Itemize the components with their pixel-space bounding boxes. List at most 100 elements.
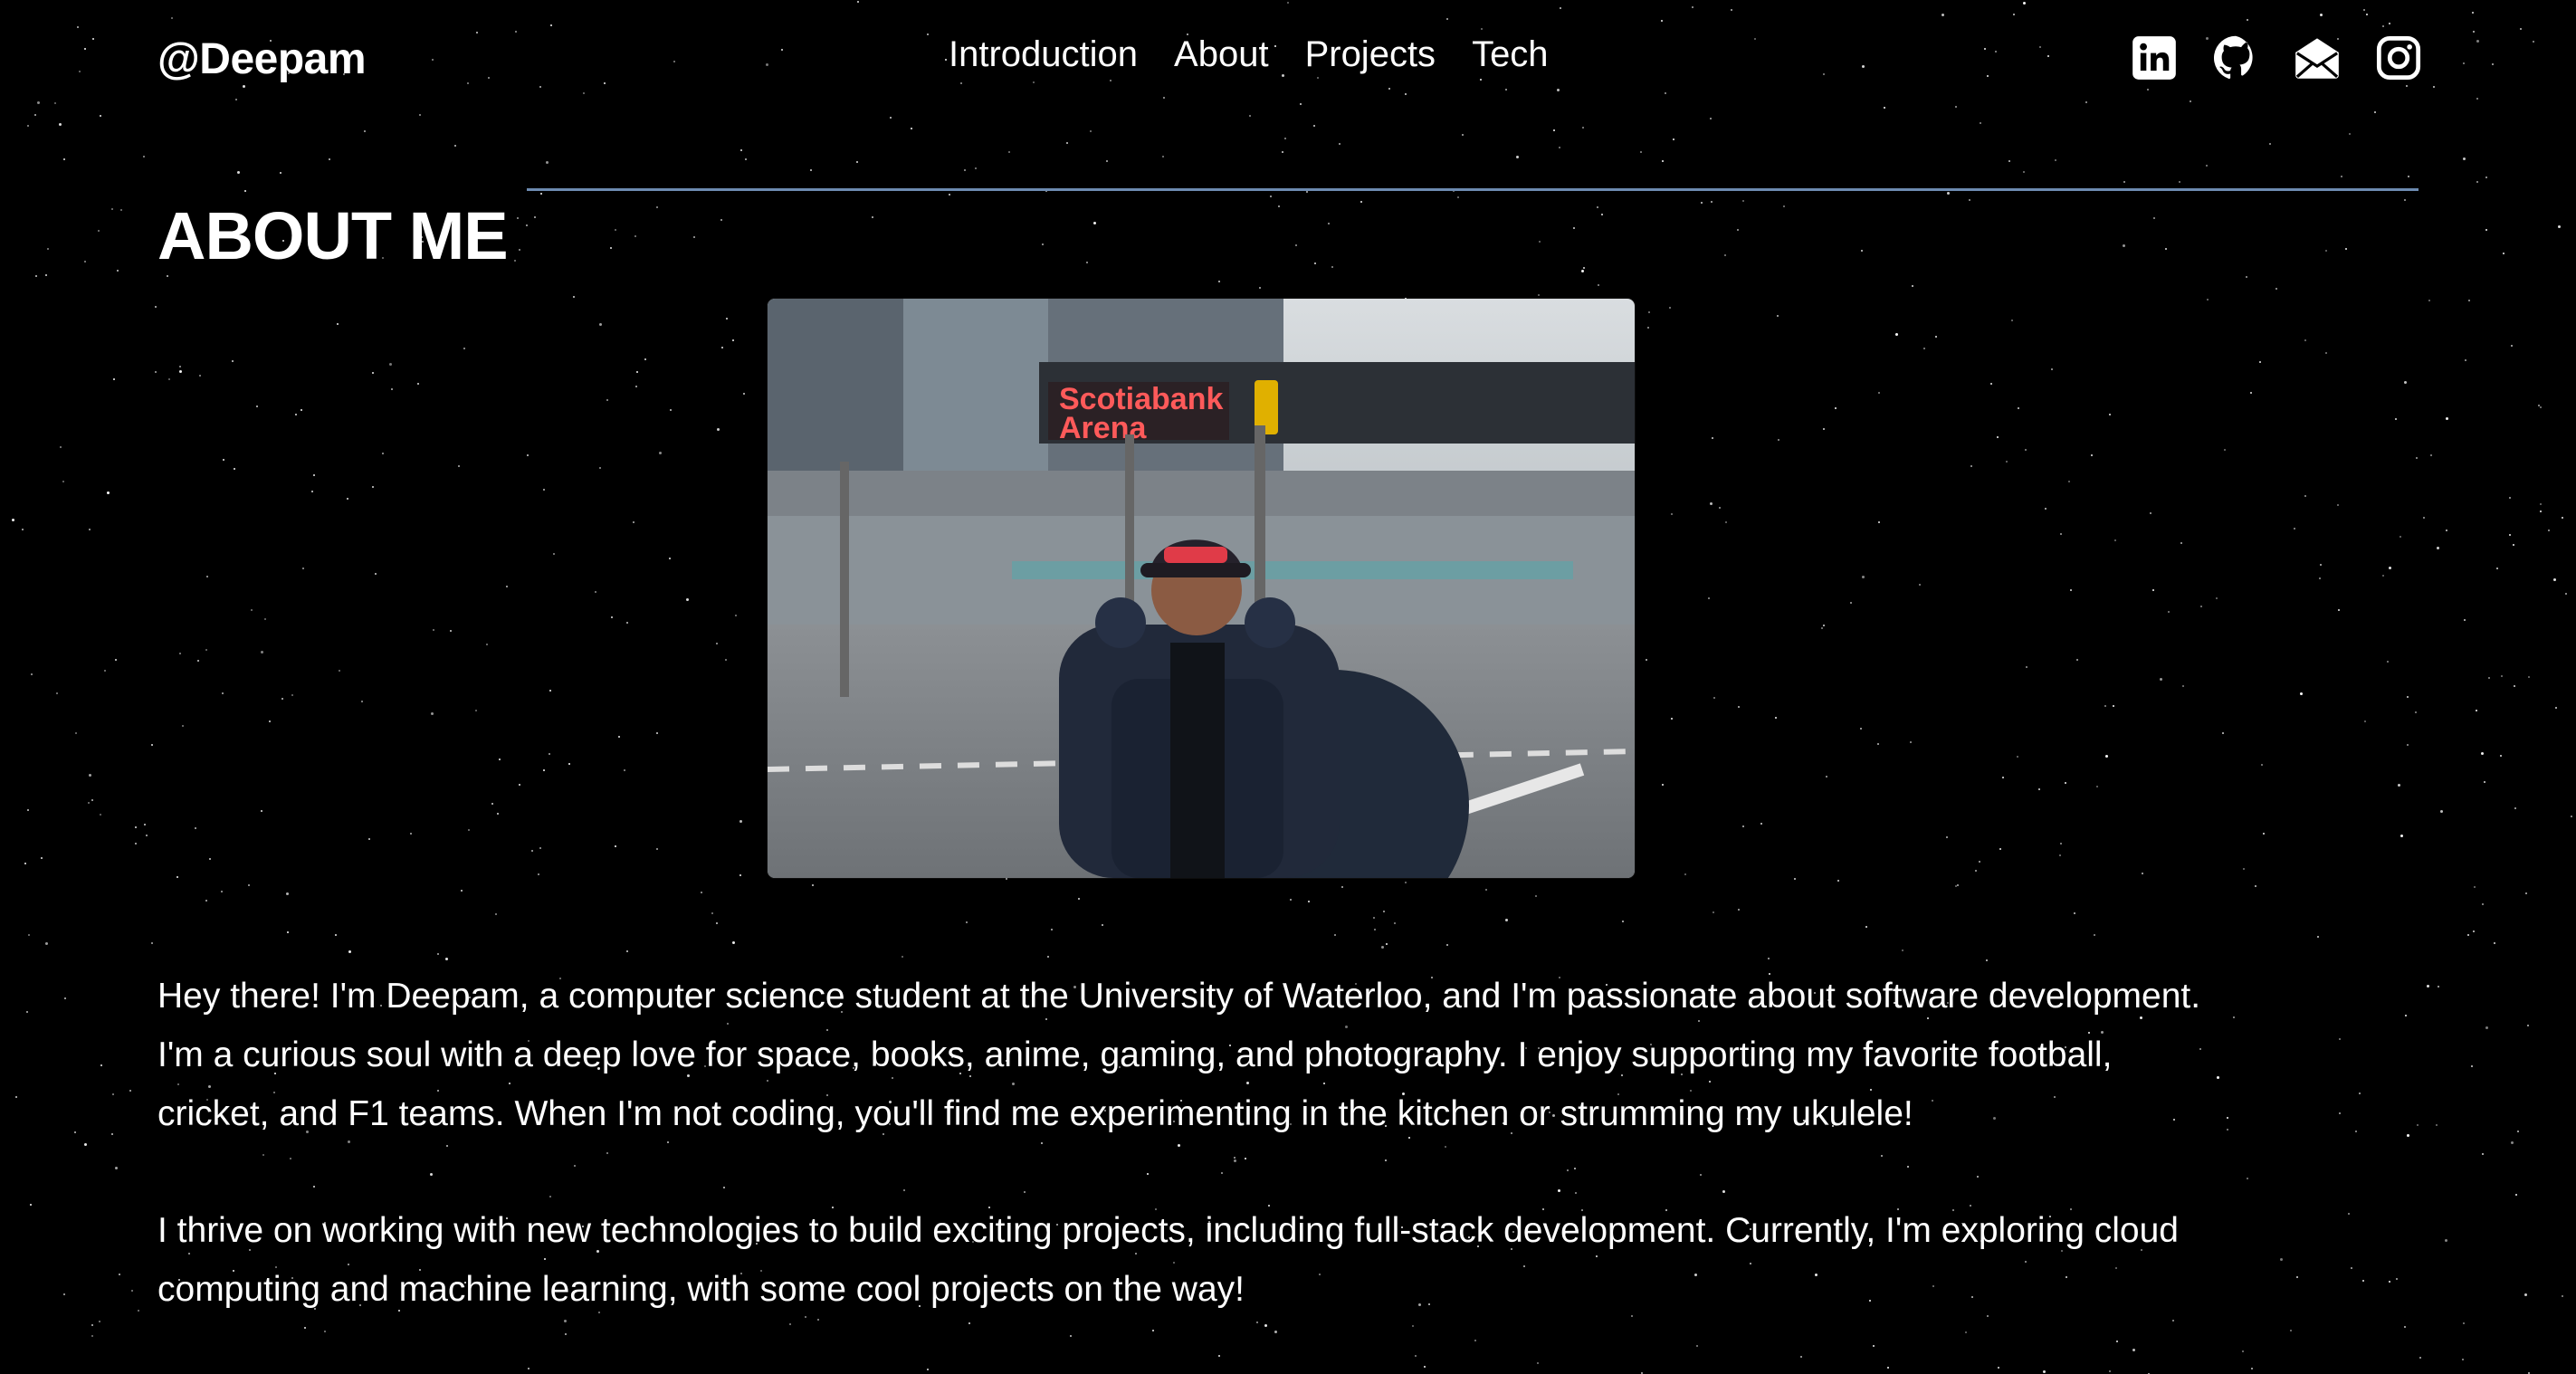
- star: [1895, 333, 1898, 336]
- star: [1339, 143, 1340, 145]
- star: [391, 388, 393, 390]
- star: [1559, 147, 1560, 148]
- star: [1738, 706, 1740, 708]
- star: [62, 481, 64, 482]
- star: [1622, 921, 1624, 922]
- star: [256, 406, 258, 407]
- star: [1573, 227, 1575, 229]
- star: [206, 576, 208, 577]
- star: [179, 370, 182, 373]
- star: [2094, 934, 2095, 936]
- star: [35, 275, 37, 277]
- star: [611, 616, 613, 618]
- star: [2496, 568, 2498, 569]
- star: [2160, 678, 2162, 681]
- star: [716, 643, 718, 644]
- star: [2355, 1131, 2357, 1132]
- star: [656, 206, 658, 208]
- star: [2338, 609, 2340, 611]
- star: [1719, 507, 1721, 509]
- star: [624, 769, 625, 771]
- star: [1783, 205, 1785, 207]
- star: [2351, 1267, 2352, 1269]
- star: [63, 1293, 65, 1295]
- star: [1648, 311, 1650, 313]
- star: [135, 826, 137, 828]
- star: [74, 1131, 76, 1133]
- star: [519, 249, 520, 251]
- star: [726, 318, 728, 320]
- star: [2382, 575, 2384, 577]
- github-icon[interactable]: [2212, 33, 2259, 83]
- star: [107, 491, 110, 494]
- star: [2396, 1278, 2398, 1280]
- star: [100, 1064, 102, 1066]
- star: [1919, 584, 1921, 586]
- star: [2509, 497, 2511, 499]
- star: [2109, 414, 2111, 415]
- nav-about[interactable]: About: [1174, 34, 1269, 75]
- star: [223, 459, 224, 461]
- star: [543, 769, 545, 771]
- star: [2407, 1134, 2409, 1137]
- star: [24, 863, 26, 864]
- star: [2527, 1025, 2529, 1026]
- star: [222, 692, 224, 694]
- star: [2387, 661, 2389, 663]
- star: [295, 414, 297, 415]
- linkedin-icon[interactable]: [2131, 33, 2178, 83]
- star: [1282, 151, 1283, 153]
- star: [717, 428, 720, 431]
- star: [98, 230, 100, 232]
- star: [2017, 756, 2018, 758]
- star: [2349, 133, 2351, 135]
- star: [549, 753, 550, 755]
- star: [1383, 911, 1385, 912]
- star: [2501, 675, 2503, 677]
- star: [2400, 835, 2403, 837]
- star: [1583, 267, 1585, 269]
- instagram-icon[interactable]: [2375, 33, 2422, 83]
- star: [2482, 903, 2484, 905]
- star: [1646, 659, 1647, 661]
- star: [573, 296, 575, 298]
- star: [2142, 873, 2143, 874]
- star: [2485, 229, 2487, 231]
- star: [45, 274, 47, 276]
- star: [138, 1310, 139, 1312]
- star: [1334, 934, 1336, 936]
- star: [721, 347, 723, 348]
- star: [28, 934, 30, 936]
- star: [1986, 959, 1988, 961]
- star: [115, 1167, 118, 1169]
- star: [633, 521, 634, 523]
- site-logo[interactable]: @Deepam: [157, 34, 367, 84]
- star: [2404, 199, 2406, 201]
- mail-icon[interactable]: [2294, 33, 2341, 83]
- star: [2104, 705, 2106, 707]
- star: [2255, 885, 2256, 887]
- star: [2446, 417, 2448, 420]
- star: [1640, 151, 1642, 153]
- star: [497, 813, 499, 815]
- nav-tech[interactable]: Tech: [1472, 34, 1549, 75]
- star: [1374, 929, 1376, 930]
- star: [301, 409, 302, 411]
- nav-introduction[interactable]: Introduction: [949, 34, 1138, 75]
- star: [2437, 547, 2439, 549]
- star: [113, 378, 115, 380]
- star: [2540, 406, 2542, 408]
- star: [2525, 892, 2527, 894]
- star: [1218, 281, 1220, 282]
- star: [2200, 606, 2202, 607]
- star: [2026, 666, 2027, 668]
- star: [568, 763, 570, 765]
- star: [182, 725, 184, 727]
- nav-projects[interactable]: Projects: [1305, 34, 1436, 75]
- star: [168, 378, 170, 380]
- star: [2488, 677, 2490, 679]
- star: [2002, 777, 2004, 778]
- star: [1970, 465, 1972, 467]
- star: [2415, 711, 2417, 713]
- star: [599, 467, 601, 469]
